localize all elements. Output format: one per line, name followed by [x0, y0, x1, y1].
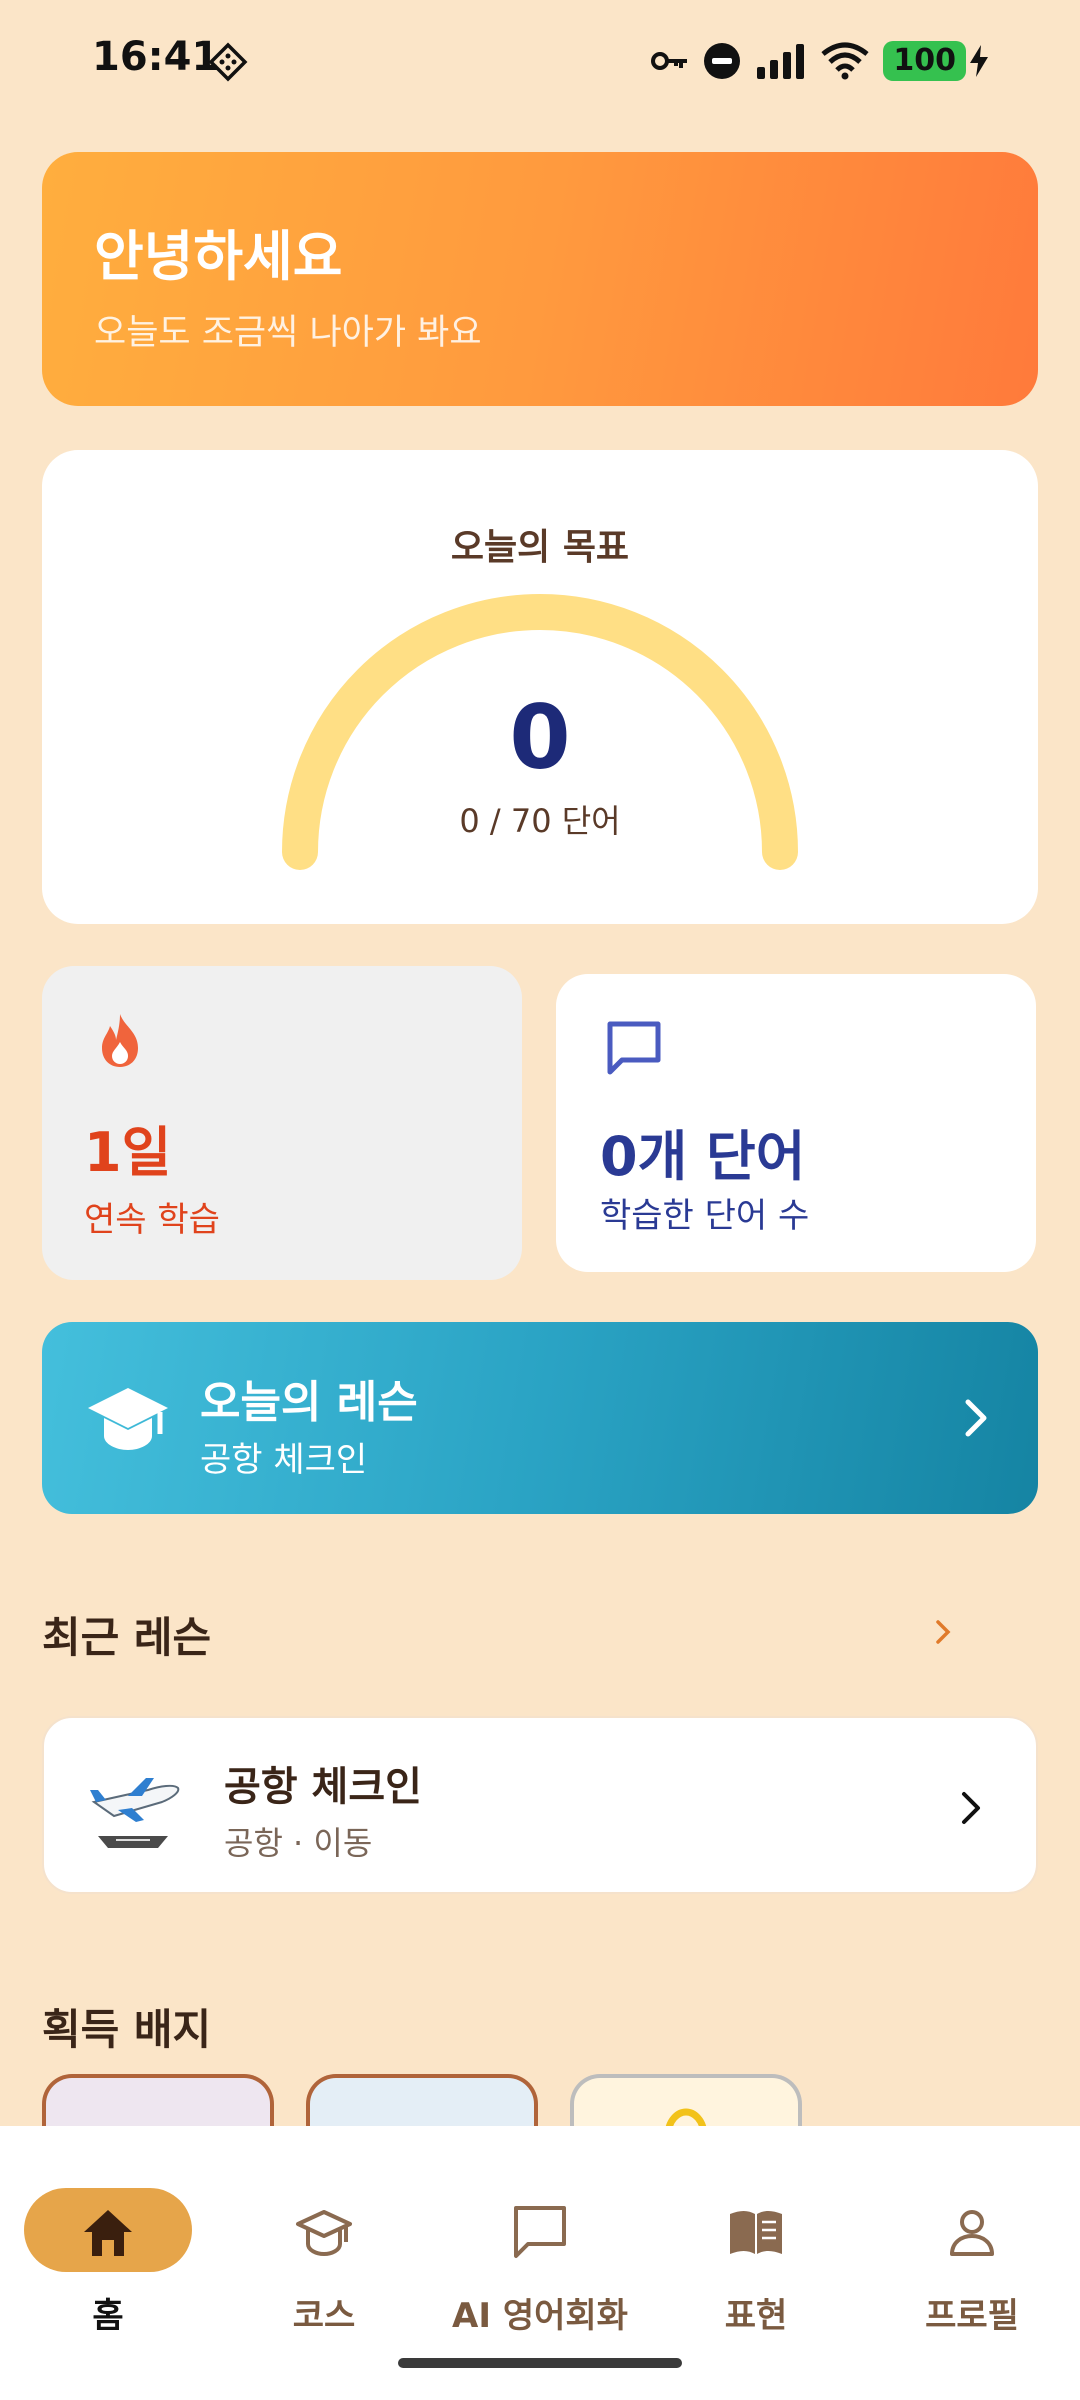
person-icon: [950, 2210, 994, 2256]
home-indicator: [398, 2358, 682, 2368]
nav-expressions[interactable]: 표현: [648, 2156, 864, 2336]
chevron-right-icon[interactable]: [932, 1612, 956, 1652]
streak-label: 연속 학습: [84, 1200, 220, 1240]
graduation-cap-icon: [88, 1388, 168, 1450]
nav-label-home: 홈: [92, 2296, 124, 2336]
diamond-grid-icon: [208, 42, 248, 82]
today-lesson-title: 오늘의 레슨: [200, 1377, 418, 1428]
graduation-cap-icon: [296, 2210, 352, 2257]
streak-card[interactable]: 1일 연속 학습: [42, 966, 522, 1280]
charging-bolt-icon: [970, 45, 988, 77]
greeting-card: 안녕하세요 오늘도 조금씩 나아가 봐요: [42, 152, 1038, 406]
nav-ai-conversation[interactable]: AI 영어회화: [432, 2156, 648, 2336]
nav-label-course: 코스: [292, 2296, 356, 2336]
streak-value: 1일: [84, 1121, 172, 1184]
today-lesson-subtitle: 공항 체크인: [200, 1440, 368, 1480]
key-icon: [651, 52, 688, 70]
chevron-right-icon: [965, 1399, 987, 1437]
chat-bubble-icon: [514, 2206, 566, 2258]
recent-lesson-item[interactable]: 공항 체크인 공항 · 이동: [42, 1716, 1038, 1894]
do-not-disturb-icon: [704, 43, 741, 79]
daily-goal-card[interactable]: 오늘의 목표 0 0 / 70 단어: [42, 450, 1038, 924]
chat-bubble-icon: [607, 1021, 661, 1075]
book-icon: [730, 2211, 782, 2254]
recent-lessons-title: 최근 레슨: [42, 1613, 212, 1662]
nav-label-ai-conversation: AI 영어회화: [452, 2296, 628, 2336]
words-value: 0개 단어: [600, 1125, 806, 1188]
chevron-right-icon: [962, 1792, 980, 1824]
flame-icon: [102, 1014, 138, 1067]
signal-icon: [757, 44, 805, 79]
badges-title: 획득 배지: [42, 2005, 212, 2054]
status-time: 16:41: [92, 34, 220, 80]
airplane-icon: [90, 1778, 180, 1848]
nav-label-profile: 프로필: [925, 2296, 1019, 2336]
greeting-subtitle: 오늘도 조금씩 나아가 봐요: [94, 313, 482, 353]
greeting-title: 안녕하세요: [94, 225, 343, 288]
wifi-icon: [821, 42, 869, 80]
home-icon: [84, 2210, 132, 2256]
nav-home[interactable]: 홈: [0, 2156, 216, 2336]
status-bar: 16:41 100: [0, 0, 1080, 124]
status-icons: 100: [651, 36, 990, 86]
goal-progress-text: 0 / 70 단어: [459, 802, 621, 840]
words-label: 학습한 단어 수: [600, 1196, 810, 1236]
nav-course[interactable]: 코스: [216, 2156, 432, 2336]
goal-value: 0: [509, 686, 571, 789]
battery-icon: 100: [883, 41, 966, 81]
recent-lesson-category: 공항 · 이동: [224, 1824, 373, 1862]
words-card[interactable]: 0개 단어 학습한 단어 수: [556, 974, 1036, 1272]
nav-profile[interactable]: 프로필: [864, 2156, 1080, 2336]
recent-lesson-name: 공항 체크인: [224, 1764, 422, 1810]
goal-title: 오늘의 목표: [450, 527, 630, 568]
today-lesson-button[interactable]: 오늘의 레슨 공항 체크인: [42, 1322, 1038, 1514]
nav-label-expressions: 표현: [724, 2296, 788, 2336]
